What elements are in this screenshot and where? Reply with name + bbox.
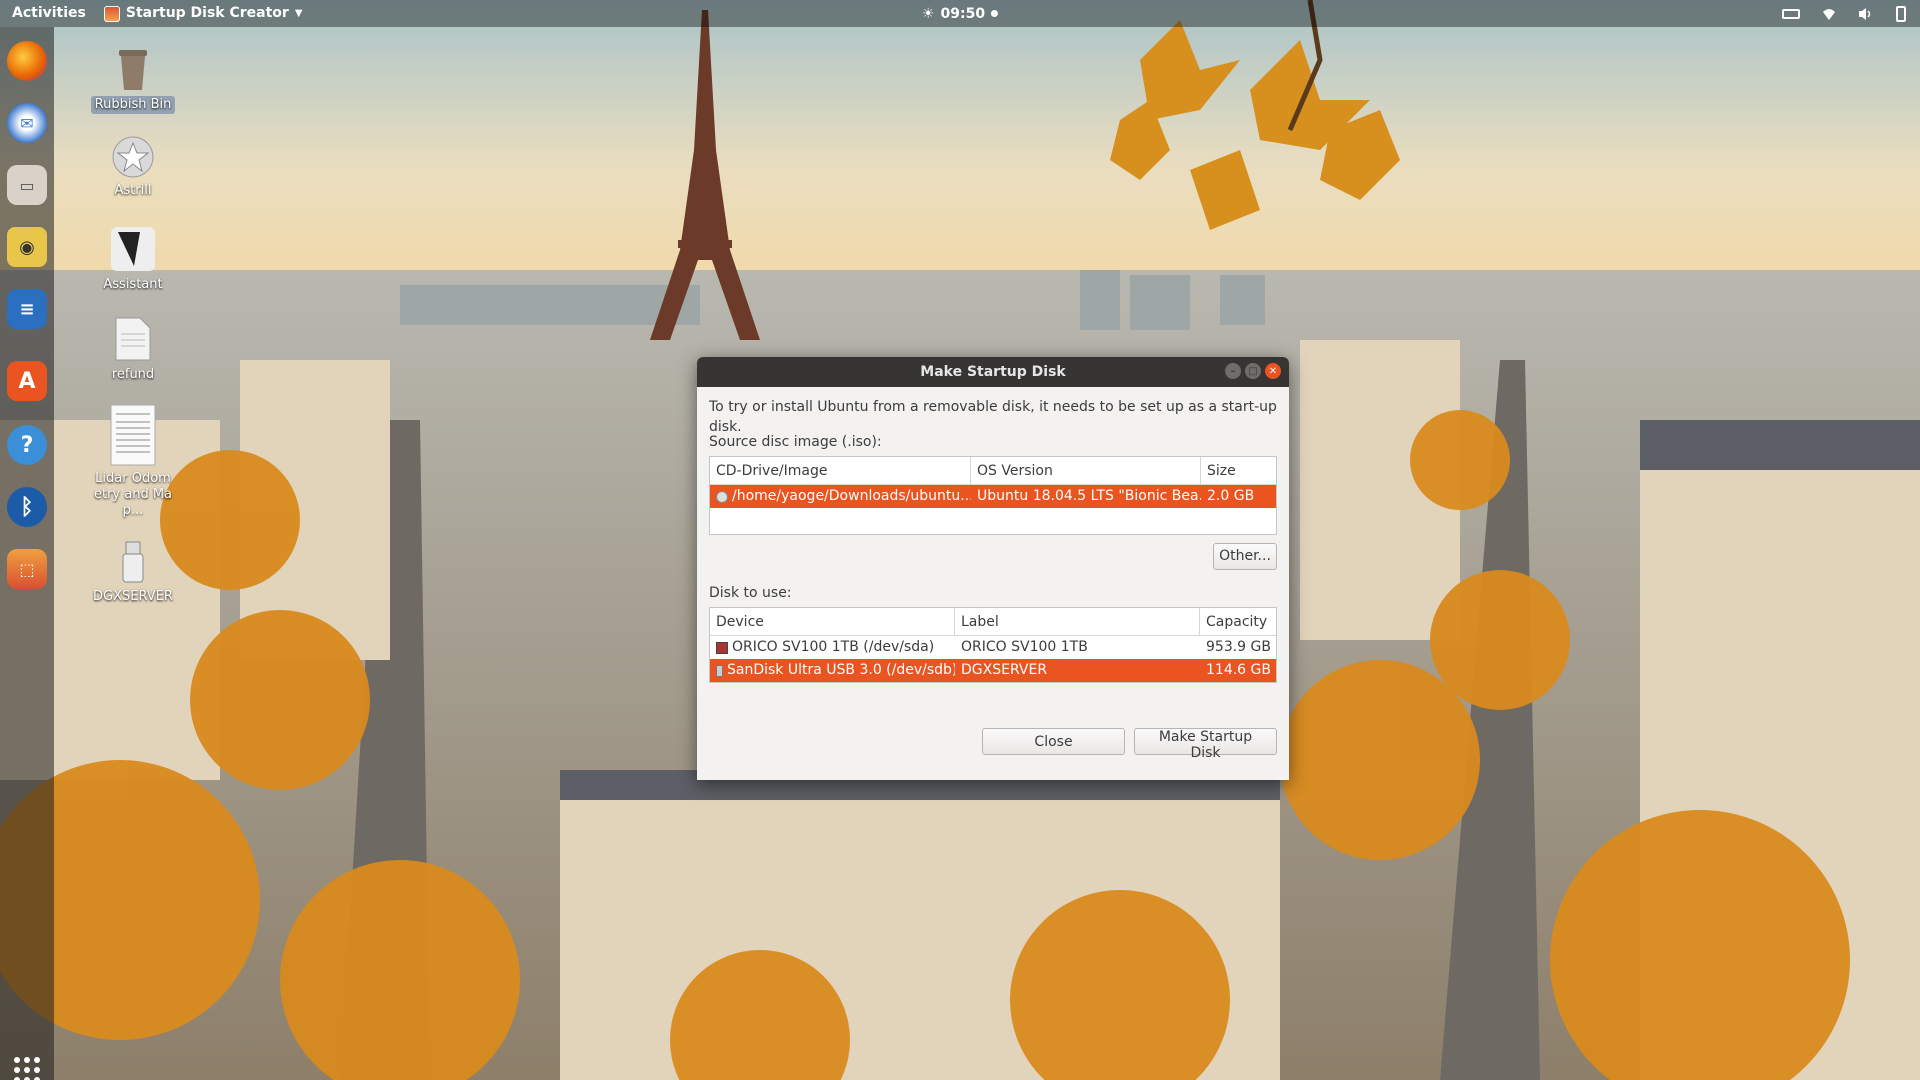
device-name: SanDisk Ultra USB 3.0 (/dev/sdb) [727, 662, 955, 678]
table-header: CD-Drive/Image OS Version Size [710, 457, 1276, 485]
disc-icon [716, 490, 728, 503]
usb-drive-icon [716, 664, 723, 677]
show-applications-button[interactable] [14, 1057, 40, 1080]
other-button[interactable]: Other... [1213, 542, 1277, 570]
source-image-path: /home/yaoge/Downloads/ubuntu... [732, 488, 971, 504]
software-icon: A [18, 368, 36, 394]
os-version-cell: Ubuntu 18.04.5 LTS "Bionic Bea... [977, 488, 1201, 504]
maximize-button[interactable]: □ [1245, 363, 1261, 379]
desktop-icon-label: Assistant [103, 277, 163, 292]
usb-disk-icon: ⬚ [19, 559, 35, 579]
column-header-capacity[interactable]: Capacity [1200, 608, 1276, 635]
files-icon: ▭ [19, 175, 35, 195]
desktop-icon-label: Astrill [114, 183, 152, 198]
desktop-icon-assistant[interactable]: Assistant [89, 226, 177, 294]
keyboard-icon[interactable] [1782, 8, 1800, 19]
device-cell: ORICO SV100 1TB (/dev/sda) [710, 636, 955, 659]
hard-disk-icon [716, 641, 728, 654]
dock-bluetooth[interactable]: ᛒ [7, 487, 47, 527]
dock-firefox[interactable] [7, 41, 47, 81]
desktop-icon-label: Lidar Odometry and Map... [93, 471, 173, 518]
size-cell: 2.0 GB [1207, 488, 1255, 504]
table-row[interactable]: ORICO SV100 1TB (/dev/sda) ORICO SV100 1… [710, 636, 1276, 659]
app-menu-label: Startup Disk Creator [125, 5, 289, 21]
dock-thunderbird[interactable]: ✉ [7, 103, 47, 143]
dock-files[interactable]: ▭ [7, 165, 47, 205]
desktop-icon-rubbish-bin[interactable]: Rubbish Bin [89, 44, 177, 114]
usb-drive-icon [121, 540, 145, 584]
bluetooth-icon: ᛒ [20, 494, 34, 520]
window-controls: – □ ✕ [1225, 363, 1281, 379]
top-bar: Activities Startup Disk Creator ▼ ☀ 09:5… [0, 0, 1920, 27]
battery-icon[interactable] [1896, 5, 1906, 22]
make-startup-disk-dialog: Make Startup Disk – □ ✕ To try or instal… [697, 357, 1289, 780]
wifi-icon[interactable] [1822, 7, 1836, 21]
desktop-icon-label: refund [111, 367, 155, 382]
system-tray[interactable] [1782, 0, 1906, 27]
label-cell: DGXSERVER [961, 662, 1048, 678]
assistant-icon [110, 226, 156, 272]
table-row[interactable]: SanDisk Ultra USB 3.0 (/dev/sdb) DGXSERV… [710, 659, 1276, 682]
weather-icon: ☀ [921, 5, 935, 22]
help-icon: ? [20, 432, 34, 458]
device-cell: SanDisk Ultra USB 3.0 (/dev/sdb) [710, 659, 955, 682]
desktop-icon-refund[interactable]: refund [89, 316, 177, 384]
dock-startup-disk-creator[interactable]: ⬚ [7, 549, 47, 589]
clock[interactable]: ☀ 09:50 [921, 5, 999, 22]
app-menu[interactable]: Startup Disk Creator ▼ [98, 0, 309, 27]
intro-text: To try or install Ubuntu from a removabl… [709, 399, 1277, 435]
document-icon: ≡ [19, 298, 35, 320]
column-header-os-version[interactable]: OS Version [971, 457, 1201, 484]
source-image-table: CD-Drive/Image OS Version Size /home/yao… [709, 456, 1277, 535]
trash-icon [113, 44, 153, 92]
desktop-icon-astrill[interactable]: Astrill [89, 136, 177, 200]
clock-time: 09:50 [940, 5, 986, 22]
dock-writer[interactable]: ≡ [7, 289, 47, 329]
dock: ✉ ▭ ◉ ≡ A ? ᛒ ⬚ [0, 27, 54, 1080]
label-cell: ORICO SV100 1TB [961, 639, 1088, 655]
dialog-titlebar[interactable]: Make Startup Disk – □ ✕ [697, 357, 1289, 387]
make-startup-disk-button[interactable]: Make Startup Disk [1134, 728, 1277, 761]
capacity-cell: 114.6 GB [1206, 662, 1271, 678]
desktop-icon-label: Rubbish Bin [90, 96, 176, 114]
pdf-icon [110, 404, 156, 466]
dock-help[interactable]: ? [7, 425, 47, 465]
table-empty-space [710, 508, 1276, 534]
column-header-size[interactable]: Size [1201, 457, 1276, 484]
dock-ubuntu-software[interactable]: A [7, 361, 47, 401]
dialog-title: Make Startup Disk [920, 364, 1066, 380]
dock-rhythmbox[interactable]: ◉ [7, 227, 47, 267]
chevron-down-icon: ▼ [294, 8, 303, 19]
column-header-cd-drive[interactable]: CD-Drive/Image [710, 457, 971, 484]
source-image-cell: /home/yaoge/Downloads/ubuntu... [710, 485, 971, 508]
source-image-label: Source disc image (.iso): [709, 434, 882, 450]
volume-icon[interactable] [1858, 7, 1874, 21]
notification-dot-icon [991, 10, 999, 17]
activities-button[interactable]: Activities [0, 0, 98, 27]
column-header-device[interactable]: Device [710, 608, 955, 635]
desktop-icon-lidar[interactable]: Lidar Odometry and Map... [89, 404, 177, 520]
desktop-icon-label: DGXSERVER [93, 589, 173, 604]
device-name: ORICO SV100 1TB (/dev/sda) [732, 639, 935, 655]
column-header-label[interactable]: Label [955, 608, 1200, 635]
disk-table: Device Label Capacity ORICO SV100 1TB (/… [709, 607, 1277, 683]
other-row: Other... [709, 541, 1277, 571]
disk-to-use-label: Disk to use: [709, 585, 792, 601]
table-row[interactable]: /home/yaoge/Downloads/ubuntu... Ubuntu 1… [710, 485, 1276, 508]
document-icon [114, 316, 152, 362]
dialog-body: To try or install Ubuntu from a removabl… [697, 387, 1289, 765]
star-icon [112, 136, 154, 178]
speaker-icon: ◉ [19, 236, 35, 258]
desktop-icon-dgxserver[interactable]: DGXSERVER [89, 540, 177, 606]
table-header: Device Label Capacity [710, 608, 1276, 636]
close-button[interactable]: Close [982, 728, 1125, 755]
startup-disk-creator-icon [103, 5, 120, 22]
dialog-actions: Close Make Startup Disk [709, 728, 1277, 761]
mail-icon: ✉ [20, 113, 34, 133]
close-window-button[interactable]: ✕ [1265, 363, 1281, 379]
minimize-button[interactable]: – [1225, 363, 1241, 379]
capacity-cell: 953.9 GB [1206, 639, 1271, 655]
